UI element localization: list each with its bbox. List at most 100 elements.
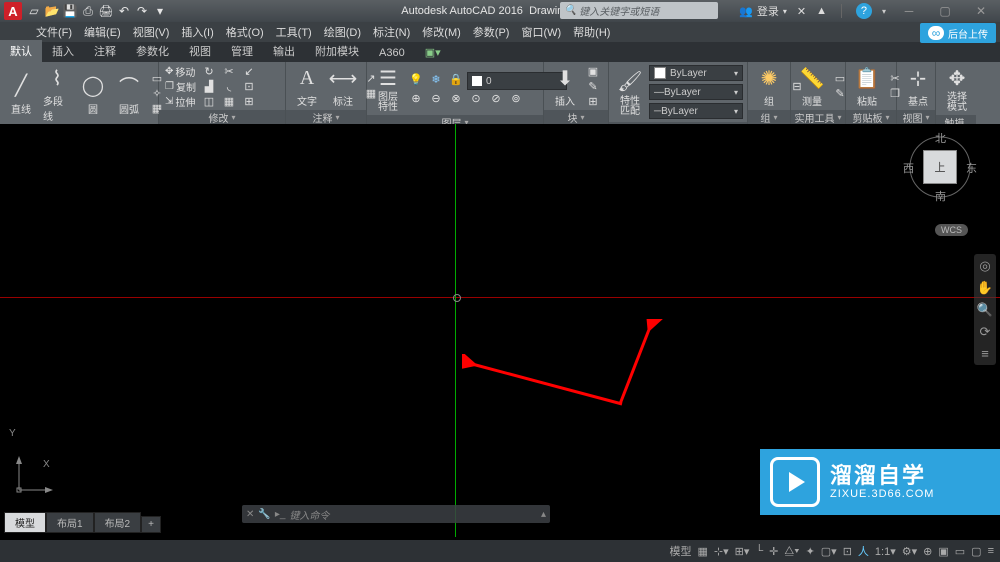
search-input[interactable]: 🔍 键入关键字或短语 (560, 2, 718, 19)
modify-extra1[interactable]: ↙ (240, 64, 258, 78)
command-line[interactable]: ✕ 🔧 ▸_ 键入命令 ▴ (242, 505, 550, 523)
cmdline-history-icon[interactable]: ▴ (541, 509, 546, 520)
copy-button[interactable]: ❐ 复制 (163, 79, 198, 93)
block-edit[interactable]: ✎ (584, 79, 602, 93)
polyline-button[interactable]: ⌇多段线 (40, 64, 74, 123)
tab-layout1[interactable]: 布局1 (46, 512, 94, 533)
layer-tool5[interactable]: ⊘ (487, 91, 505, 105)
status-grid-icon[interactable]: ▦ (697, 545, 707, 558)
close-button[interactable]: ✕ (968, 2, 994, 20)
panel-clipboard-title[interactable]: 剪贴板 (846, 110, 896, 124)
linetype-dropdown[interactable]: ─ ByLayer▾ (649, 103, 743, 119)
panel-utilities-title[interactable]: 实用工具 (791, 110, 845, 124)
insert-block-button[interactable]: ⬇插入 (548, 64, 582, 108)
tab-a360[interactable]: A360 (369, 44, 415, 62)
layer-tool4[interactable]: ⊙ (467, 91, 485, 105)
cmdline-close-icon[interactable]: ✕ (246, 509, 254, 520)
layer-icon2[interactable]: ❄ (427, 72, 445, 86)
menu-modify[interactable]: 修改(M) (416, 24, 467, 40)
tab-layout2[interactable]: 布局2 (94, 512, 142, 533)
minimize-button[interactable]: ─ (896, 2, 922, 20)
appstore-icon[interactable]: ▲ (816, 5, 827, 17)
status-grid2-icon[interactable]: ⊞▾ (735, 545, 750, 558)
menu-insert[interactable]: 插入(I) (175, 24, 219, 40)
menu-window[interactable]: 窗口(W) (515, 24, 567, 40)
modify-extra3[interactable]: ⊞ (240, 94, 258, 108)
panel-block-title[interactable]: 块 (544, 110, 608, 124)
basepoint-button[interactable]: ⊹基点 (901, 64, 935, 108)
nav-orbit-icon[interactable]: ⟳ (980, 324, 991, 340)
select-mode-button[interactable]: ✥选择 模式 (940, 64, 974, 113)
status-ortho-icon[interactable]: └ (755, 545, 763, 557)
nav-zoom-icon[interactable]: 🔍 (977, 302, 993, 318)
menu-edit[interactable]: 编辑(E) (78, 24, 127, 40)
qat-redo-icon[interactable]: ↷ (134, 3, 150, 19)
match-properties-button[interactable]: 🖌特性 匹配 (613, 68, 647, 117)
status-osnap-icon[interactable]: ▢▾ (821, 545, 837, 558)
status-iso-icon[interactable]: ⧋▾ (784, 545, 799, 558)
tab-output[interactable]: 输出 (263, 40, 305, 62)
menu-param[interactable]: 参数(P) (467, 24, 516, 40)
help-icon[interactable]: ? (856, 3, 872, 19)
qat-save-icon[interactable]: 💾 (62, 3, 78, 19)
layer-tool3[interactable]: ⊗ (447, 91, 465, 105)
wcs-tag[interactable]: WCS (935, 224, 968, 236)
status-otrack-icon[interactable]: ✦ (806, 545, 815, 558)
tab-view[interactable]: 视图 (179, 40, 221, 62)
nav-pan-icon[interactable]: ✋ (977, 280, 993, 296)
fillet-button[interactable]: ◟ (220, 79, 238, 93)
tab-default[interactable]: 默认 (0, 40, 42, 62)
layer-icon3[interactable]: 🔒 (447, 72, 465, 86)
block-create[interactable]: ▣ (584, 64, 602, 78)
panel-view-title[interactable]: 视图 (897, 110, 935, 124)
mirror-button[interactable]: ▟ (200, 79, 218, 93)
tab-annotate[interactable]: 注释 (84, 40, 126, 62)
layer-icon1[interactable]: 💡 (407, 72, 425, 86)
status-polar-icon[interactable]: ✛ (769, 545, 778, 558)
menu-draw[interactable]: 绘图(D) (318, 24, 367, 40)
lineweight-dropdown[interactable]: — ByLayer▾ (649, 84, 743, 100)
menu-help[interactable]: 帮助(H) (567, 24, 616, 40)
tab-insert[interactable]: 插入 (42, 40, 84, 62)
layer-tool2[interactable]: ⊖ (427, 91, 445, 105)
status-hw-icon[interactable]: ▭ (955, 545, 965, 558)
layer-tool1[interactable]: ⊕ (407, 91, 425, 105)
scale-button[interactable]: ◫ (200, 94, 218, 108)
group-button[interactable]: ✺组 (752, 64, 786, 108)
qat-saveas-icon[interactable]: ⎙ (80, 3, 96, 19)
tab-addin[interactable]: 附加模块 (305, 40, 369, 62)
status-model[interactable]: 模型 (669, 543, 691, 559)
status-iso2-icon[interactable]: ▣ (938, 545, 948, 558)
maximize-button[interactable]: ▢ (932, 2, 958, 20)
status-anno-icon[interactable]: 人 (858, 543, 869, 559)
panel-annotation-title[interactable]: 注释 (286, 110, 366, 124)
trim-button[interactable]: ✂ (220, 64, 238, 78)
paste-button[interactable]: 📋粘贴 (850, 64, 884, 108)
status-lw-icon[interactable]: ⊡ (843, 545, 852, 558)
qat-new-icon[interactable]: ▱ (26, 3, 42, 19)
tab-model[interactable]: 模型 (4, 512, 46, 533)
tab-manage[interactable]: 管理 (221, 40, 263, 62)
qat-open-icon[interactable]: 📂 (44, 3, 60, 19)
layer-tool6[interactable]: ⊚ (507, 91, 525, 105)
view-cube[interactable]: 上 北 南 东 西 (905, 132, 975, 202)
nav-wheel-icon[interactable]: ◎ (979, 258, 990, 274)
cloud-upload-tag[interactable]: 后台上传 (920, 23, 996, 43)
status-clean-icon[interactable]: ▢ (971, 545, 981, 558)
arc-button[interactable]: ⌒圆弧 (112, 72, 146, 116)
status-workspace-icon[interactable]: ⚙▾ (902, 545, 917, 558)
status-snap-icon[interactable]: ⊹▾ (714, 545, 729, 558)
status-custom-icon[interactable]: ≡ (988, 545, 994, 557)
status-annomon-icon[interactable]: ⊕ (923, 545, 932, 558)
color-dropdown[interactable]: ByLayer▾ (649, 65, 743, 81)
menu-file[interactable]: 文件(F) (30, 24, 78, 40)
dimension-button[interactable]: ⟷标注 (326, 64, 360, 108)
block-attr[interactable]: ⊞ (584, 94, 602, 108)
app-logo[interactable]: A (4, 2, 22, 20)
exchange-icon[interactable]: ✕ (797, 5, 806, 18)
move-button[interactable]: ✥ 移动 (163, 64, 198, 78)
login-button[interactable]: 👥 登录▾ (739, 3, 787, 19)
text-button[interactable]: A文字 (290, 64, 324, 108)
tab-parametric[interactable]: 参数化 (126, 40, 179, 62)
layer-properties-button[interactable]: ☰图层 特性 (371, 64, 405, 113)
